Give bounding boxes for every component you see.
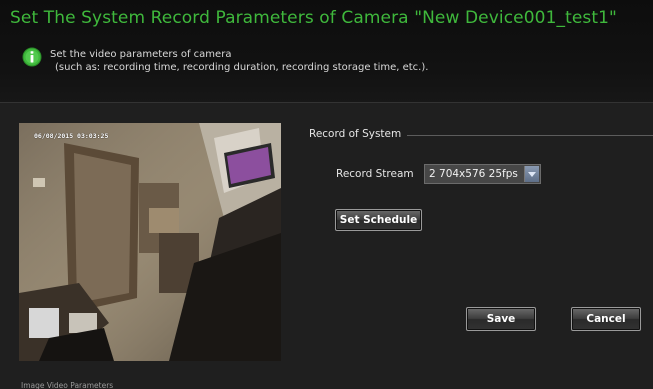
preview-label: Image Video Parameters	[21, 381, 114, 389]
record-stream-value: 2 704x576 25fps	[429, 168, 518, 180]
camera-image	[19, 123, 281, 361]
description-line-1: Set the video parameters of camera	[50, 49, 232, 60]
info-icon	[22, 47, 42, 67]
dialog-header: Set The System Record Parameters of Came…	[0, 0, 653, 103]
record-stream-select[interactable]: 2 704x576 25fps	[424, 164, 541, 184]
preview-timestamp: 06/08/2015 03:03:25	[34, 132, 109, 140]
camera-preview: 06/08/2015 03:03:25	[19, 123, 281, 361]
set-schedule-button[interactable]: Set Schedule	[335, 209, 422, 231]
dialog-description: Set the video parameters of camera (such…	[50, 48, 428, 74]
record-stream-label: Record Stream	[336, 168, 414, 180]
group-divider	[407, 135, 653, 136]
dialog-body: 06/08/2015 03:03:25 Image Video Paramete…	[0, 103, 653, 389]
chevron-down-icon[interactable]	[524, 166, 539, 182]
dialog-title: Set The System Record Parameters of Came…	[10, 8, 617, 28]
record-parameters-dialog: Set The System Record Parameters of Came…	[0, 0, 653, 389]
save-button[interactable]: Save	[466, 307, 536, 331]
description-line-2: (such as: recording time, recording dura…	[55, 62, 429, 73]
record-group-legend: Record of System	[309, 128, 402, 140]
cancel-button[interactable]: Cancel	[571, 307, 641, 331]
